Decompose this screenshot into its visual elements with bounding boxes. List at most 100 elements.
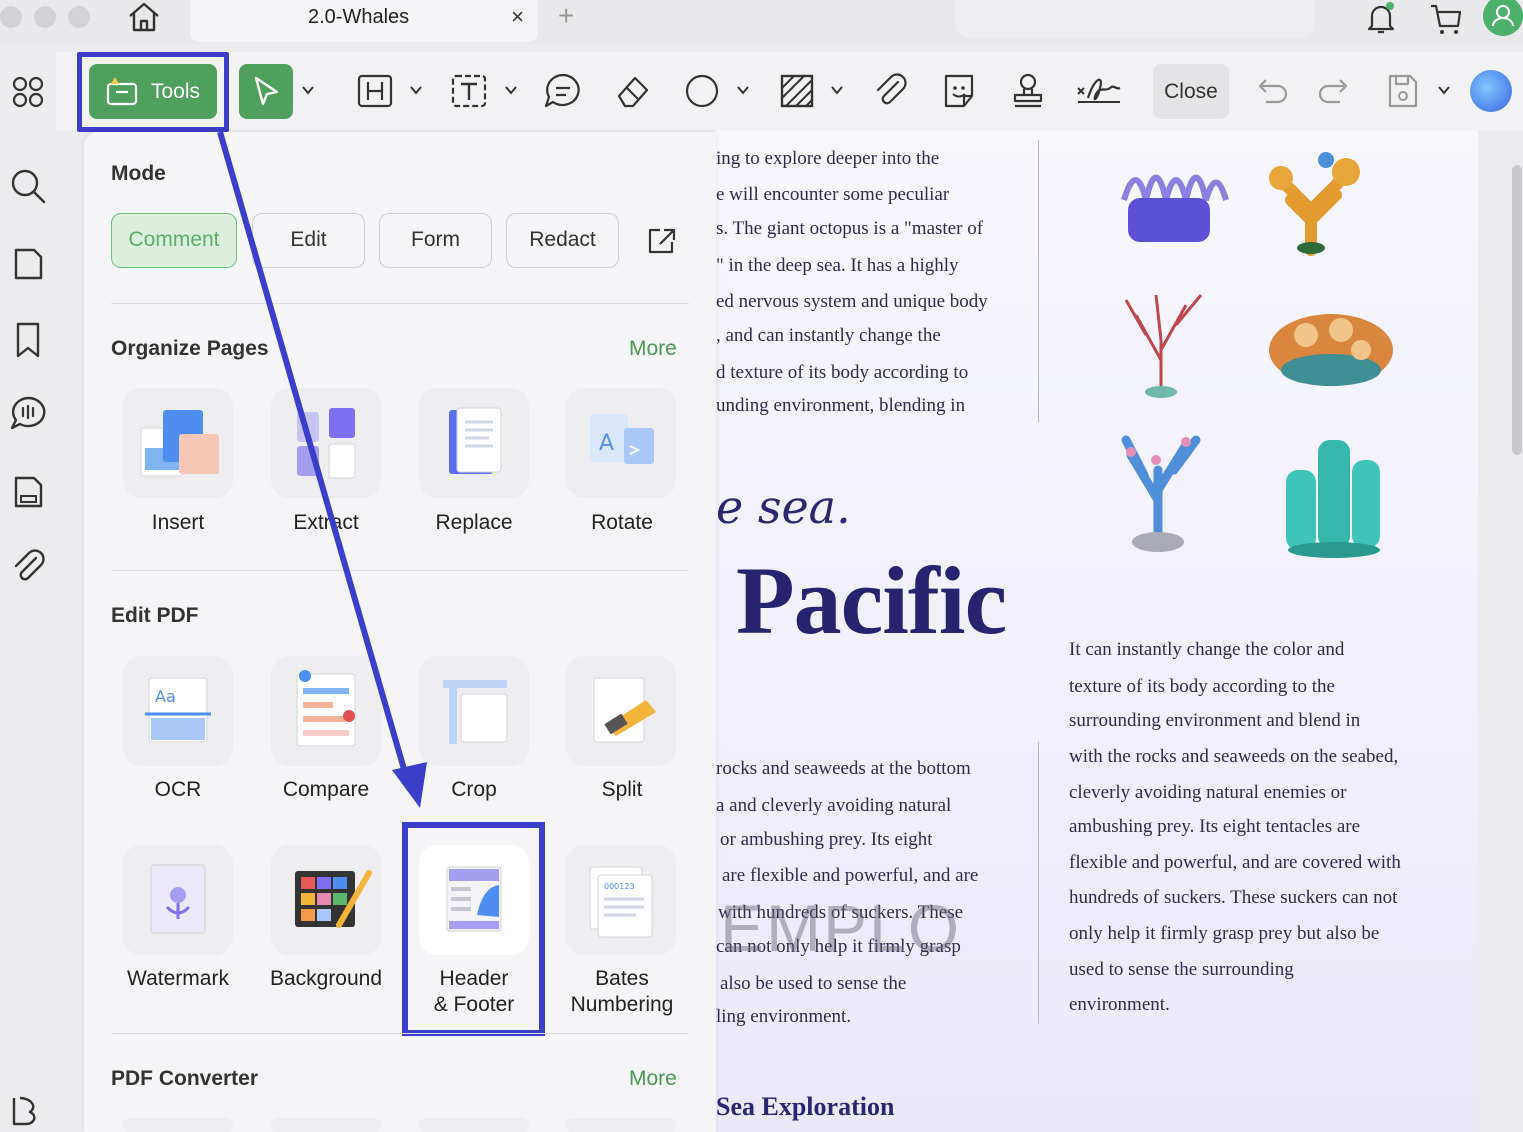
highlight-text-icon[interactable] (354, 68, 396, 114)
doc-line: also be used to sense the (720, 973, 907, 994)
doc-line: hundreds of suckers. These suckers can n… (1069, 887, 1398, 908)
svg-text:A: A (599, 431, 614, 456)
app-logo-icon[interactable] (8, 1090, 48, 1130)
search-icon[interactable] (8, 166, 48, 206)
cart-icon[interactable] (1428, 0, 1462, 36)
converter-tile[interactable] (419, 1118, 529, 1132)
eraser-icon[interactable] (611, 68, 653, 114)
converter-tile[interactable] (123, 1118, 233, 1132)
document-stack-icon[interactable] (8, 472, 48, 512)
anemone-image (1121, 174, 1229, 242)
document-tab[interactable]: 2.0-Whales × (190, 0, 538, 42)
paperclip-icon[interactable] (870, 68, 912, 114)
comments-icon[interactable] (8, 394, 48, 434)
left-sidebar (0, 44, 56, 1132)
select-tool-button[interactable] (239, 64, 293, 119)
rotate-label: Rotate (591, 511, 653, 534)
page-icon[interactable] (8, 244, 48, 284)
extract-tool[interactable] (271, 388, 381, 498)
replace-tool[interactable] (419, 388, 529, 498)
background-tool[interactable] (271, 845, 381, 955)
split-cutter-icon (593, 677, 656, 743)
doc-line: " in the deep sea. It has a highly (716, 255, 959, 276)
shape-circle-icon[interactable] (681, 68, 723, 114)
chevron-down-icon[interactable] (301, 84, 315, 96)
chevron-down-icon[interactable] (504, 84, 518, 96)
attachment-icon[interactable] (8, 546, 48, 586)
ocr-tool[interactable]: Aa (123, 656, 233, 766)
signature-icon[interactable] (1074, 68, 1124, 114)
stamp-icon[interactable] (1007, 68, 1049, 114)
comment-note-icon[interactable] (542, 68, 584, 114)
new-tab-icon[interactable]: + (558, 0, 574, 32)
header-footer-highlight-box (402, 822, 545, 1036)
vertical-scrollbar[interactable] (1512, 165, 1522, 455)
mode-title: Mode (111, 162, 166, 185)
chevron-down-icon[interactable] (1437, 84, 1451, 96)
bookmark-icon[interactable] (8, 320, 48, 360)
organize-more-link[interactable]: More (629, 337, 677, 361)
cursor-arrow-icon (254, 76, 279, 106)
ai-assistant-icon[interactable] (1470, 70, 1512, 112)
extract-label: Extract (293, 511, 359, 534)
window-zoom-control[interactable] (68, 6, 90, 28)
tools-highlight-box (77, 52, 229, 132)
home-icon[interactable] (124, 0, 164, 34)
split-label: Split (601, 778, 643, 801)
tab-close-icon[interactable]: × (511, 4, 524, 30)
tube-coral-image (1286, 440, 1380, 558)
doc-line: ed nervous system and unique body (716, 291, 988, 312)
compare-icon (296, 670, 356, 747)
mode-redact-button[interactable]: Redact (506, 213, 619, 268)
area-hatch-icon[interactable] (776, 68, 818, 114)
watermark-tool[interactable] (123, 845, 233, 955)
converter-more-link[interactable]: More (629, 1067, 677, 1091)
doc-line: only help it firmly grasp prey but also … (1069, 923, 1380, 944)
thumbnails-grid-icon[interactable] (8, 72, 48, 112)
heading-pacific: Pacific (736, 547, 1007, 654)
open-external-icon[interactable] (646, 226, 678, 256)
doc-line: d texture of its body according to (716, 362, 969, 383)
chevron-down-icon[interactable] (830, 84, 844, 96)
bates-numbering-tool[interactable]: 000123 (566, 845, 676, 955)
chevron-down-icon[interactable] (409, 84, 423, 96)
mode-form-button[interactable]: Form (379, 213, 492, 268)
doc-line: surrounding environment and blend in (1069, 710, 1361, 731)
close-tools-button[interactable]: Close (1153, 64, 1229, 119)
doc-line: cleverly avoiding natural enemies or (1069, 782, 1347, 803)
doc-line: s. The giant octopus is a "master of (716, 218, 984, 239)
save-icon[interactable] (1382, 68, 1424, 114)
crop-tool[interactable] (419, 656, 529, 766)
blue-pink-coral-image (1121, 435, 1201, 552)
insert-tool[interactable] (123, 388, 233, 498)
sticker-icon[interactable] (938, 68, 980, 114)
window-minimize-control[interactable] (34, 6, 56, 28)
compare-tool[interactable] (271, 656, 381, 766)
converter-tile[interactable] (271, 1118, 381, 1132)
watermark-icon (150, 864, 206, 934)
converter-tile[interactable] (566, 1118, 676, 1132)
user-avatar-icon[interactable] (1483, 0, 1523, 36)
split-tool[interactable] (566, 656, 676, 766)
doc-line: with the rocks and seaweeds on the seabe… (1069, 746, 1399, 767)
edit-pdf-title: Edit PDF (111, 604, 199, 627)
red-coral-image (1124, 294, 1203, 398)
window-close-control[interactable] (0, 6, 22, 28)
watermark-text: EMPLO (720, 891, 962, 965)
chevron-down-icon[interactable] (736, 84, 750, 96)
svg-text:Aa: Aa (155, 687, 176, 706)
replace-pages-icon (449, 407, 502, 474)
mode-comment-button[interactable]: Comment (111, 213, 237, 268)
undo-icon[interactable] (1252, 68, 1294, 114)
mode-edit-button[interactable]: Edit (252, 213, 365, 268)
column-divider (1038, 140, 1039, 422)
doc-line: It can instantly change the color and (1069, 639, 1345, 660)
text-box-icon[interactable] (448, 68, 490, 114)
divider (111, 1033, 689, 1034)
rotate-tool[interactable]: A (566, 388, 676, 498)
bates-numbering-label: Bates Numbering (570, 967, 674, 1016)
insert-label: Insert (151, 511, 205, 534)
redo-icon[interactable] (1312, 68, 1354, 114)
doc-line: texture of its body according to the (1069, 676, 1335, 697)
notification-bell-icon[interactable] (1364, 0, 1398, 36)
